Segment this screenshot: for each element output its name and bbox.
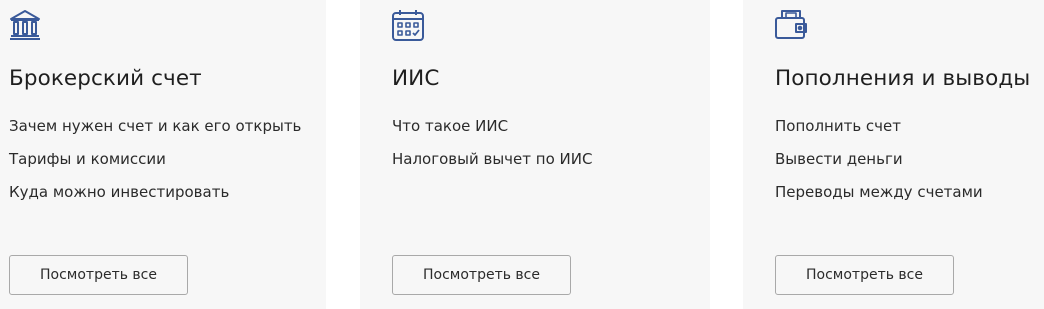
card-iis: ИИС Что такое ИИС Налоговый вычет по ИИС… [360,0,710,309]
view-all-button[interactable]: Посмотреть все [775,255,954,295]
calendar-icon [391,8,425,42]
card-title: ИИС [392,66,440,91]
wallet-icon [774,8,808,42]
link-what-is-iis[interactable]: Что такое ИИС [392,115,592,148]
card-title: Брокерский счет [9,66,202,91]
view-all-button[interactable]: Посмотреть все [392,255,571,295]
link-list: Пополнить счет Вывести деньги Переводы м… [775,115,983,214]
link-tariffs[interactable]: Тарифы и комиссии [9,148,301,181]
link-where-invest[interactable]: Куда можно инвестировать [9,181,301,214]
card-title: Пополнения и выводы [775,66,1031,91]
link-transfers[interactable]: Переводы между счетами [775,181,983,214]
bank-icon [8,8,42,42]
link-top-up[interactable]: Пополнить счет [775,115,983,148]
link-iis-tax-deduction[interactable]: Налоговый вычет по ИИС [392,148,592,181]
link-why-account[interactable]: Зачем нужен счет и как его открыть [9,115,301,148]
card-deposits-withdrawals: Пополнения и выводы Пополнить счет Вывес… [743,0,1044,309]
view-all-button[interactable]: Посмотреть все [9,255,188,295]
link-list: Зачем нужен счет и как его открыть Тариф… [9,115,301,214]
card-brokerage-account: Брокерский счет Зачем нужен счет и как е… [0,0,326,309]
link-list: Что такое ИИС Налоговый вычет по ИИС [392,115,592,181]
link-withdraw[interactable]: Вывести деньги [775,148,983,181]
